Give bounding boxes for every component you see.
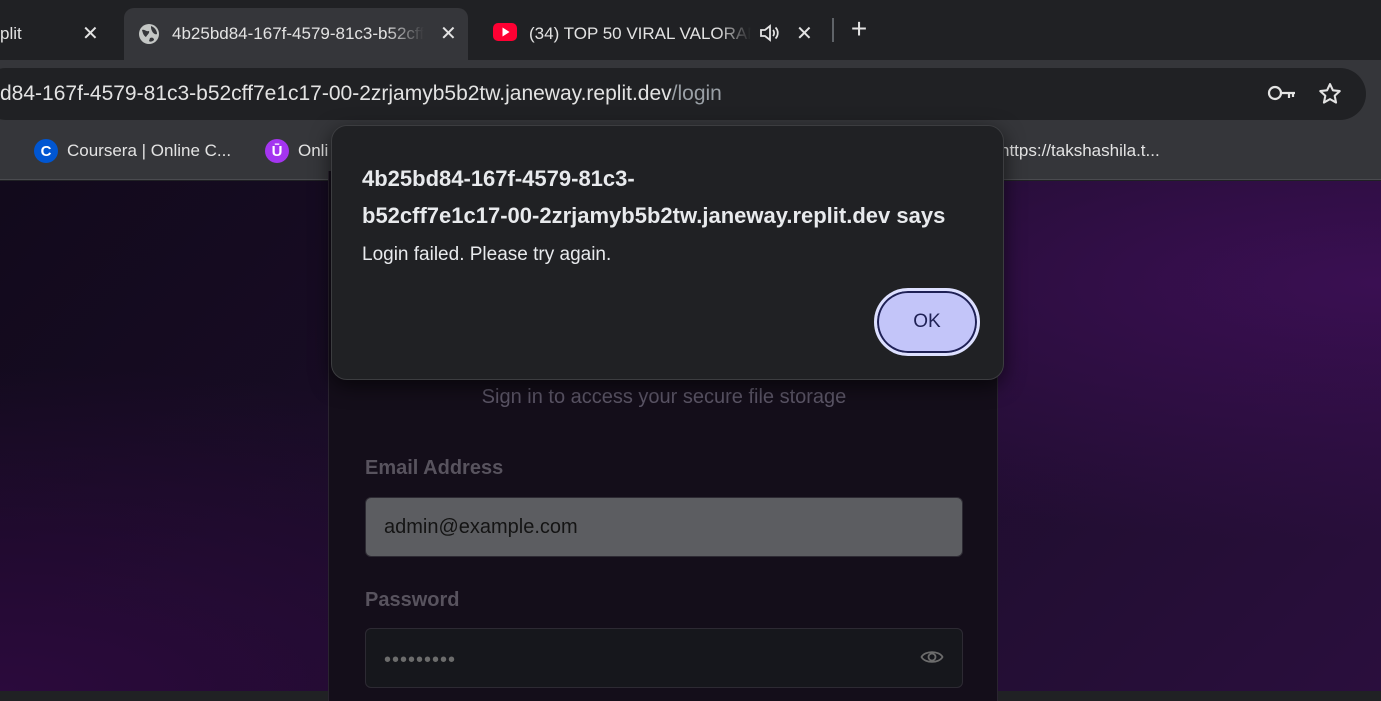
url-text[interactable]: d84-167f-4579-81c3-b52cff7e1c17-00-2zrja…: [0, 82, 722, 106]
bookmark-udemy[interactable]: Ū Onli: [265, 138, 328, 164]
alert-dialog: 4b25bd84-167f-4579-81c3- b52cff7e1c17-00…: [331, 125, 1004, 380]
url-host: d84-167f-4579-81c3-b52cff7e1c17-00-2zrja…: [0, 82, 672, 105]
tab-separator: [832, 18, 834, 42]
url-path: /login: [671, 82, 722, 105]
bookmark-label: https://takshashila.t...: [1000, 141, 1160, 160]
tab-strip: plit ✕ 4b25bd84-167f-4579-81c3-b52cff7e1…: [0, 0, 1381, 60]
coursera-icon: C: [34, 139, 58, 163]
password-key-icon[interactable]: [1267, 83, 1297, 108]
email-field[interactable]: admin@example.com: [365, 497, 963, 557]
address-bar[interactable]: d84-167f-4579-81c3-b52cff7e1c17-00-2zrja…: [0, 68, 1366, 120]
tab-replit[interactable]: plit ✕: [0, 8, 115, 60]
password-field[interactable]: •••••••••: [365, 628, 963, 688]
close-icon[interactable]: ✕: [440, 24, 457, 44]
speaker-icon[interactable]: [758, 22, 780, 49]
bookmark-star-icon[interactable]: [1317, 81, 1343, 112]
login-subtitle: Sign in to access your secure file stora…: [481, 386, 847, 408]
close-icon[interactable]: ✕: [82, 24, 99, 44]
tab-title: (34) TOP 50 VIRAL VALORANT: [529, 24, 751, 43]
globe-icon: [137, 22, 161, 51]
ok-button[interactable]: OK: [874, 288, 980, 356]
new-tab-button[interactable]: +: [846, 14, 872, 46]
email-label: Email Address: [365, 457, 504, 479]
bookmark-label: Onli: [298, 141, 329, 160]
dialog-title: 4b25bd84-167f-4579-81c3- b52cff7e1c17-00…: [362, 160, 982, 234]
tab-title: plit: [0, 24, 22, 43]
bookmark-takshashila[interactable]: https://takshashila.t...: [1000, 138, 1170, 164]
tab-youtube[interactable]: (34) TOP 50 VIRAL VALORANT ✕: [478, 8, 833, 60]
bookmark-label: Coursera | Online C...: [67, 141, 232, 160]
eye-icon[interactable]: [920, 647, 944, 673]
youtube-icon: [493, 23, 517, 46]
dialog-message: Login failed. Please try again.: [362, 244, 612, 265]
password-value: •••••••••: [384, 649, 457, 671]
dialog-title-line2: b52cff7e1c17-00-2zrjamyb5b2tw.janeway.re…: [362, 203, 946, 228]
email-value: admin@example.com: [384, 516, 578, 538]
tab-title: 4b25bd84-167f-4579-81c3-b52cff7e1c17: [172, 24, 424, 43]
password-label: Password: [365, 589, 460, 611]
close-icon[interactable]: ✕: [796, 24, 813, 44]
tab-login-page[interactable]: 4b25bd84-167f-4579-81c3-b52cff7e1c17 ✕: [124, 8, 468, 60]
bookmark-coursera[interactable]: C Coursera | Online C...: [34, 138, 231, 164]
toolbar: d84-167f-4579-81c3-b52cff7e1c17-00-2zrja…: [0, 60, 1381, 122]
dialog-title-line1: 4b25bd84-167f-4579-81c3-: [362, 166, 635, 191]
udemy-icon: Ū: [265, 139, 289, 163]
